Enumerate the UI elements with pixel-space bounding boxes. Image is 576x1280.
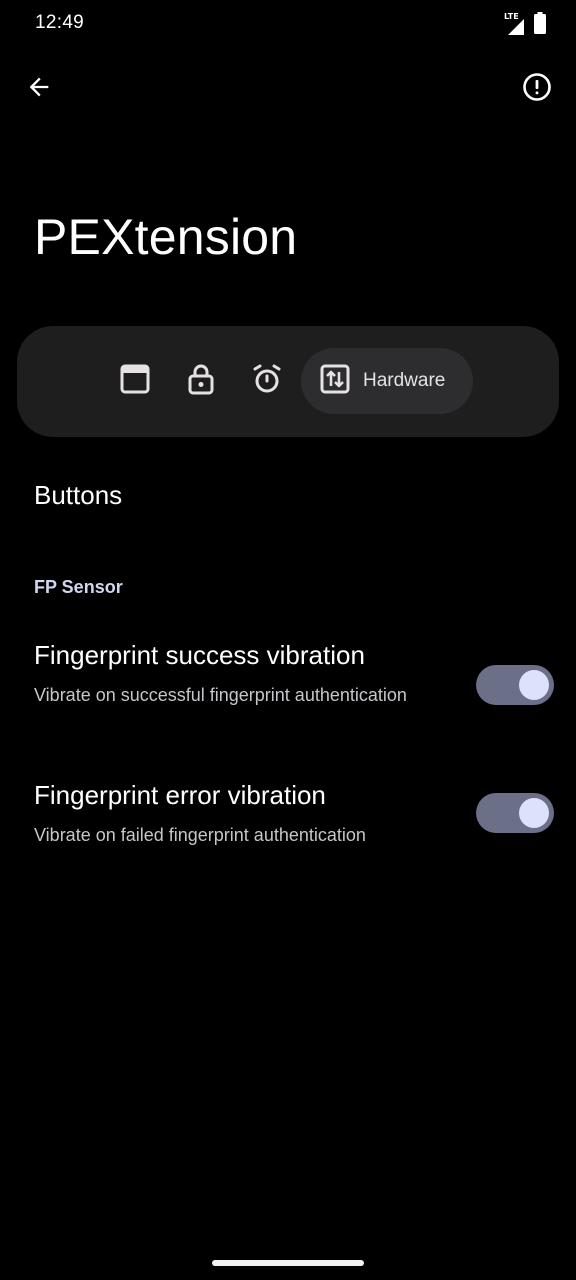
status-time: 12:49 [35, 12, 85, 33]
success-vibration-switch[interactable] [476, 665, 554, 705]
back-button[interactable] [14, 60, 64, 118]
category-label: FP Sensor [34, 577, 123, 597]
hardware-swap-icon [319, 363, 351, 400]
arrow-back-icon [25, 73, 53, 106]
pref-fingerprint-success[interactable]: Fingerprint success vibration Vibrate on… [0, 640, 576, 740]
pref-title: Fingerprint error vibration [34, 780, 326, 810]
lock-icon [186, 363, 216, 400]
nav-item-hardware[interactable]: Hardware [301, 348, 474, 414]
page-title: PEXtension [34, 209, 298, 265]
status-icons: LTE [504, 12, 546, 39]
error-vibration-switch[interactable] [476, 793, 554, 833]
switch-thumb [519, 670, 549, 700]
info-button[interactable] [512, 60, 562, 118]
nav-item-alarm[interactable] [245, 348, 289, 414]
lte-signal-icon: LTE [504, 12, 526, 37]
nav-item-lock[interactable] [179, 348, 223, 414]
nav-item-label: Hardware [363, 370, 446, 391]
alarm-icon [251, 363, 283, 400]
pref-fingerprint-error[interactable]: Fingerprint error vibration Vibrate on f… [0, 780, 576, 860]
top-app-bar [0, 60, 576, 120]
section-header[interactable]: Buttons [34, 480, 122, 511]
pref-title: Fingerprint success vibration [34, 640, 365, 670]
gesture-navigation-handle[interactable] [212, 1260, 364, 1266]
pref-summary: Vibrate on failed fingerprint authentica… [34, 825, 366, 845]
info-alert-icon [522, 72, 552, 107]
window-icon [119, 363, 151, 400]
navigation-bar: Hardware [17, 326, 559, 437]
status-bar: 12:49 LTE [0, 0, 576, 52]
pref-summary: Vibrate on successful fingerprint authen… [34, 685, 407, 705]
nav-item-window[interactable] [113, 348, 157, 414]
battery-icon [534, 12, 546, 39]
switch-thumb [519, 798, 549, 828]
